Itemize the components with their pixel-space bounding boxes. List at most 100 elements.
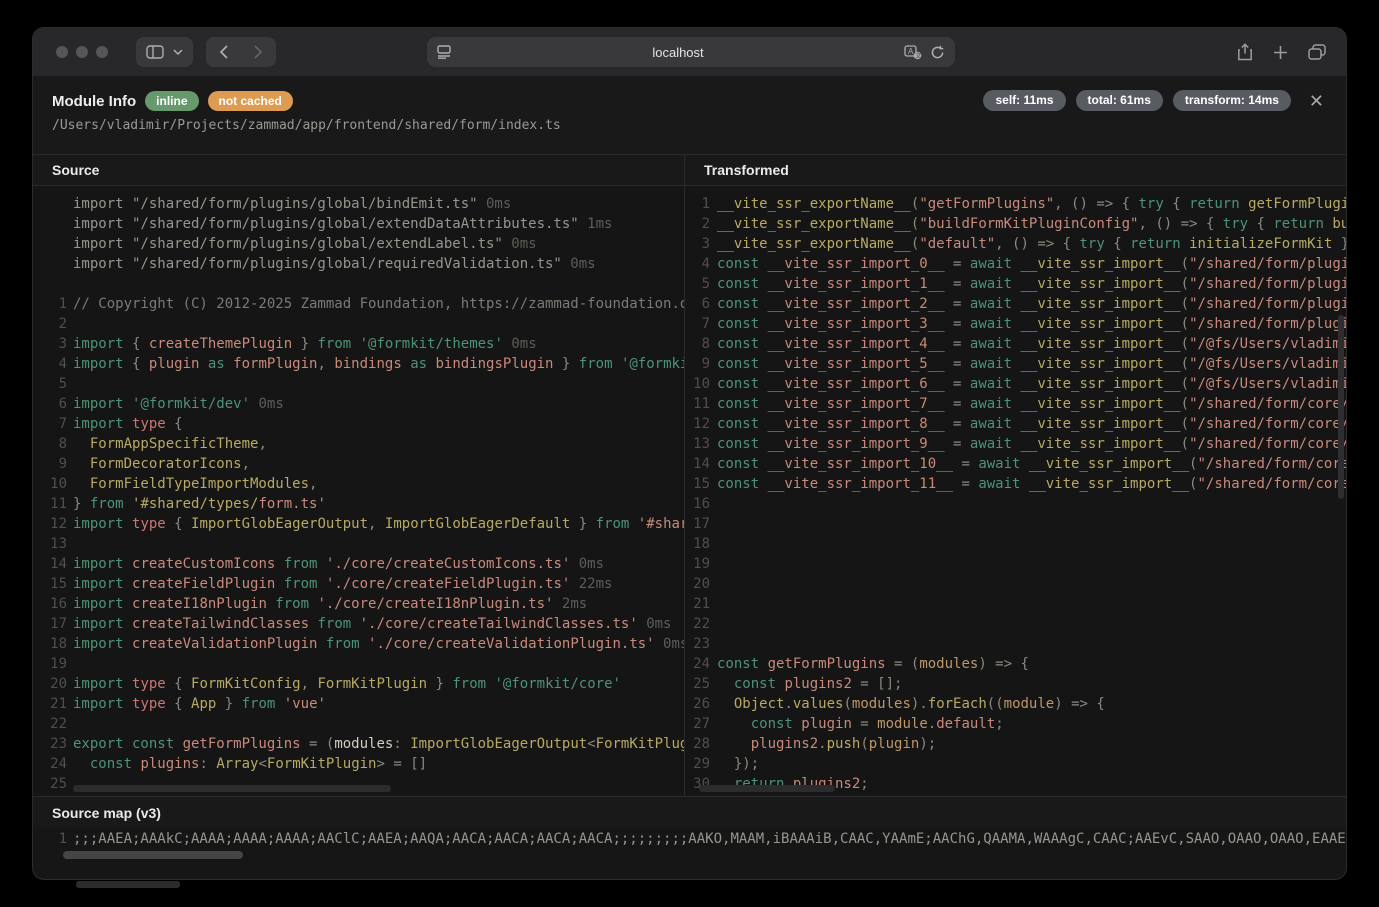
address-bar[interactable]: localhost A文: [427, 37, 955, 67]
code-token: FormKitPlugin: [267, 756, 377, 772]
code-text: const __vite_ssr_import_2__ = await __vi…: [717, 294, 1346, 314]
line-number: 5: [685, 274, 710, 294]
code-token: 'vue': [284, 696, 326, 712]
code-token: plugins2: [784, 676, 851, 692]
code-text: ;;;AAEA;AAAkC;AAAA;AAAA;AAAA;AAClC;AAEA;…: [73, 829, 1346, 849]
code-token: './core/createValidationPlugin.ts': [368, 636, 655, 652]
window-minimize-button[interactable]: [76, 46, 88, 58]
code-text: const __vite_ssr_import_10__ = await __v…: [717, 454, 1346, 474]
code-token: './core/createCustomIcons.ts': [326, 556, 570, 572]
code-token: __vite_ssr_import__: [1020, 256, 1180, 272]
transformed-vertical-scrollbar[interactable]: [1338, 315, 1344, 499]
code-token: ;;;AAEA;AAAkC;AAAA;AAAA;AAAA;AAClC;AAEA;…: [73, 831, 1346, 847]
line-number: 11: [36, 494, 67, 514]
code-line: 6import '@formkit/dev' 0ms: [36, 394, 684, 414]
nav-buttons: [206, 37, 276, 67]
line-number: 10: [36, 474, 67, 494]
code-token: =: [945, 336, 970, 352]
code-token: }: [73, 496, 90, 512]
code-token: import "/shared/form/plugins/global/exte…: [73, 216, 579, 232]
back-button[interactable]: [219, 45, 228, 59]
sourcemap-horizontal-scrollbar[interactable]: [63, 851, 243, 859]
code-token: await: [978, 476, 1029, 492]
code-token: =: [945, 416, 970, 432]
code-text: import { plugin as formPlugin, bindings …: [73, 354, 684, 374]
code-token: __vite_ssr_import_6__: [768, 376, 945, 392]
code-token: "/shared/form/plugins/global/bindEmit.ts…: [1189, 256, 1346, 272]
code-token: FormFieldTypeImportModules: [73, 476, 309, 492]
code-token: __vite_ssr_import__: [1029, 476, 1189, 492]
code-text: import "/shared/form/plugins/global/bind…: [73, 194, 511, 214]
code-token: =: [945, 376, 970, 392]
code-line: 14 const __vite_ssr_import_10__ = await _…: [685, 454, 1346, 474]
page-title: Module Info: [52, 93, 136, 110]
translate-icon[interactable]: A文: [904, 45, 922, 60]
line-number: 14: [685, 454, 710, 474]
line-number: 28: [685, 734, 710, 754]
code-token: "/shared/form/core/createTailwindClasses…: [1197, 456, 1346, 472]
code-token: <: [258, 756, 266, 772]
code-token: , () => {: [1138, 216, 1222, 232]
code-token: from: [309, 616, 360, 632]
code-token: try: [1079, 236, 1104, 252]
source-code: import "/shared/form/plugins/global/bind…: [33, 186, 684, 796]
code-line: 20import type { FormKitConfig, FormKitPl…: [36, 674, 684, 694]
sidebar-icon[interactable]: [146, 45, 164, 59]
code-token: import: [73, 396, 132, 412]
code-line: 7import type {: [36, 414, 684, 434]
code-token: ,: [309, 476, 317, 492]
code-token: from: [90, 496, 132, 512]
code-token: import: [73, 636, 132, 652]
code-token: =: [945, 316, 970, 332]
code-token: createValidationPlugin: [132, 636, 317, 652]
code-token: try: [1138, 196, 1163, 212]
source-horizontal-scrollbar[interactable]: [73, 785, 391, 792]
forward-button[interactable]: [254, 45, 263, 59]
line-number: 26: [685, 694, 710, 714]
code-token: ;: [995, 716, 1003, 732]
code-token: __vite_ssr_import__: [1020, 336, 1180, 352]
code-token: __vite_ssr_import__: [1020, 436, 1180, 452]
badge-not-cached: not cached: [208, 91, 293, 111]
code-token: ,: [301, 676, 318, 692]
code-token: await: [970, 276, 1021, 292]
code-token: , () => {: [1054, 196, 1138, 212]
code-token: const: [717, 476, 768, 492]
code-token: await: [970, 376, 1021, 392]
code-token: type: [132, 696, 174, 712]
code-token: .: [928, 716, 936, 732]
browser-toolbar: localhost A文: [33, 28, 1346, 76]
close-icon[interactable]: ✕: [1309, 92, 1324, 110]
sourcemap-title: Source map (v3): [33, 797, 1346, 828]
chevron-down-icon[interactable]: [173, 49, 183, 55]
page-settings-icon[interactable]: [437, 45, 452, 59]
code-token: module: [1004, 696, 1055, 712]
code-text: const __vite_ssr_import_3__ = await __vi…: [717, 314, 1346, 334]
window-close-button[interactable]: [56, 46, 68, 58]
code-text: import "/shared/form/plugins/global/exte…: [73, 214, 612, 234]
code-token: plugins2: [717, 736, 818, 752]
line-number: 18: [36, 634, 67, 654]
share-icon[interactable]: [1237, 43, 1253, 61]
tab-overview-icon[interactable]: [1308, 44, 1326, 60]
code-token: const: [717, 456, 768, 472]
transformed-horizontal-scrollbar[interactable]: [699, 785, 835, 792]
code-line: 8 FormAppSpecificTheme,: [36, 434, 684, 454]
code-token: const: [717, 296, 768, 312]
sourcemap-section: Source map (v3) 1;;;AAEA;AAAkC;AAAA;AAAA…: [33, 797, 1346, 878]
code-token: ImportGlobEagerOutput: [410, 736, 587, 752]
line-number: 15: [685, 474, 710, 494]
code-line: 1// Copyright (C) 2012-2025 Zammad Found…: [36, 294, 684, 314]
line-number: 7: [685, 314, 710, 334]
code-line: 2: [36, 314, 684, 334]
code-token: type: [132, 516, 174, 532]
new-tab-icon[interactable]: [1273, 45, 1288, 60]
reload-icon[interactable]: [930, 45, 945, 60]
code-token: __vite_ssr_import__: [1020, 296, 1180, 312]
window-zoom-button[interactable]: [96, 46, 108, 58]
code-token: const: [717, 656, 768, 672]
code-line: 12const __vite_ssr_import_8__ = await __…: [685, 414, 1346, 434]
code-text: import { createThemePlugin } from '@form…: [73, 334, 537, 354]
code-token: __vite_ssr_import_0__: [768, 256, 945, 272]
code-token: import: [73, 696, 132, 712]
